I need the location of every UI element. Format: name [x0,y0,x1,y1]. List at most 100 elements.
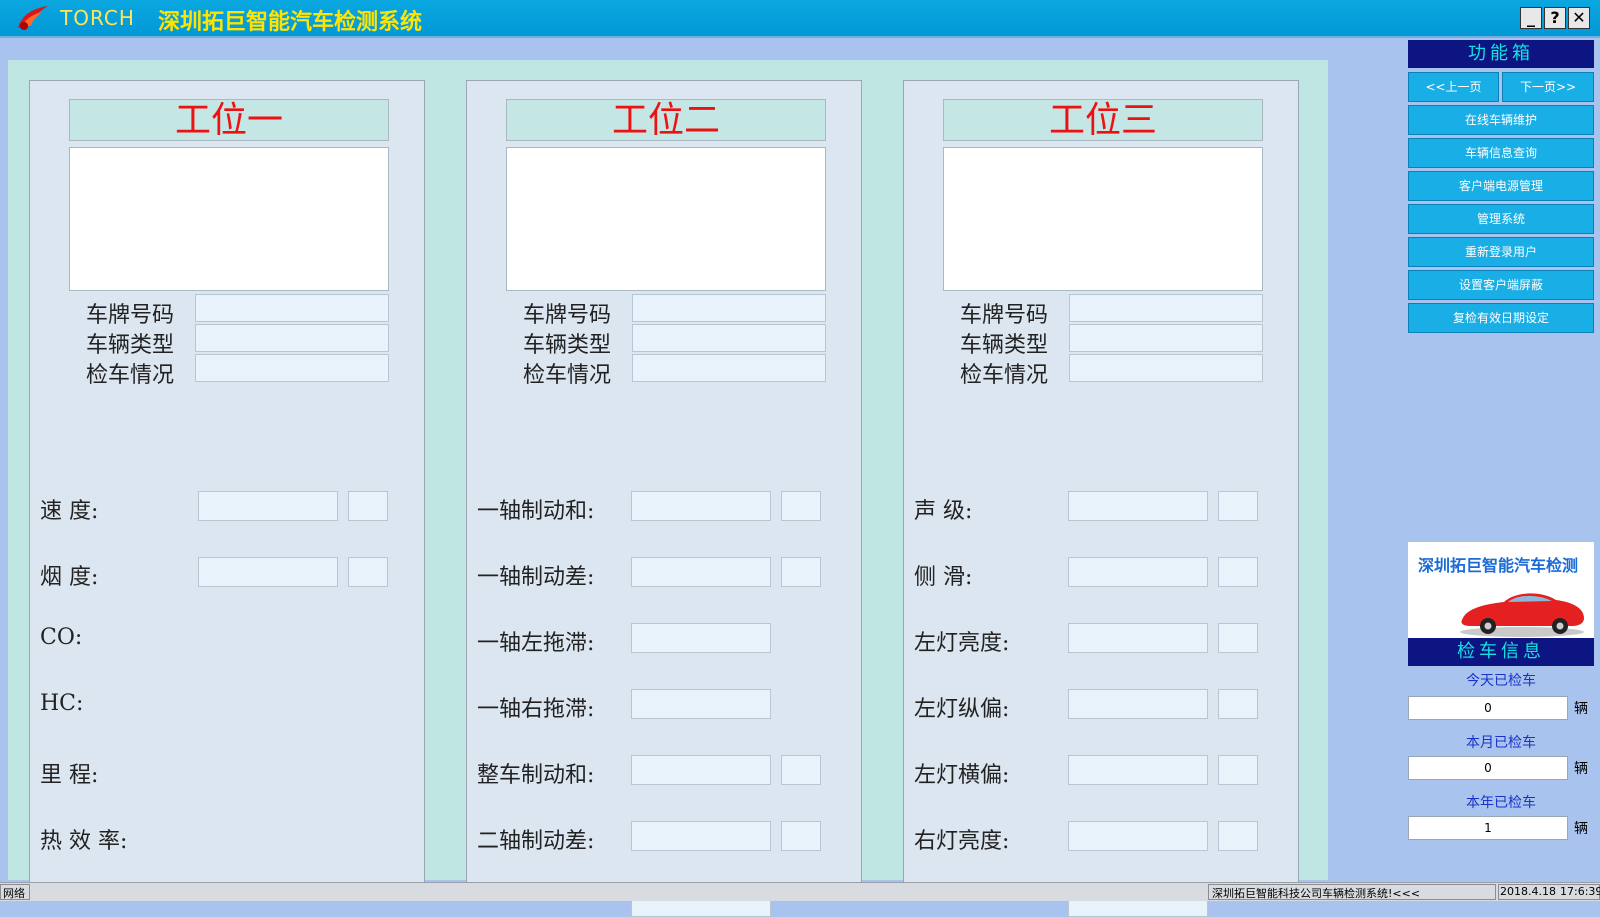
metric-value-field[interactable] [1068,821,1208,851]
status-time: 17:6:39 [1560,885,1600,898]
sidebar-button[interactable]: 复检有效日期设定 [1408,303,1594,333]
metric-result-field[interactable] [348,557,388,587]
prev-page-button[interactable]: <<上一页 [1408,72,1499,102]
metric-value-field[interactable] [631,491,771,521]
stat-year-unit: 辆 [1574,821,1588,837]
metric-label: 一轴制动和: [477,499,595,524]
metric-value-field[interactable] [631,623,771,653]
sidebar-button[interactable]: 管理系统 [1408,204,1594,234]
vehicle-photo [943,147,1263,291]
stat-month-unit: 辆 [1574,761,1588,777]
status-date: 2018.4.18 [1500,885,1556,898]
inspection-label: 检车情况 [522,363,611,388]
red-car-icon [1460,593,1584,637]
vehicle-type-label: 车辆类型 [85,333,174,358]
station-panel-2: 工位二 车牌号码 车辆类型 检车情况 一轴制动和: 一轴制动差: 一轴左拖滞: 一轴右… [466,80,862,917]
sidebar-button[interactable]: 客户端电源管理 [1408,171,1594,201]
metric-label: 左灯纵偏: [914,697,1010,722]
metric-result-field[interactable] [1218,821,1258,851]
inspection-info-header: 检车信息 [1408,638,1594,666]
metric-label: 声 级: [914,499,973,524]
metric-result-field[interactable] [781,557,821,587]
metric-value-field[interactable] [1068,689,1208,719]
station-title: 工位一 [69,99,389,141]
station-panel-3: 工位三 车牌号码 车辆类型 检车情况 声 级: 侧 滑: 左灯亮度: 左灯纵偏: 左灯横… [903,80,1299,917]
metric-label: 左灯横偏: [914,763,1010,788]
metric-value-field[interactable] [631,557,771,587]
metric-result-field[interactable] [348,491,388,521]
app-title: 深圳拓巨智能汽车检测系统 [158,10,423,35]
promo-text: 深圳拓巨智能汽车检测 [1418,556,1579,575]
metric-label: 右灯亮度: [914,829,1010,854]
metric-value-field[interactable] [631,689,771,719]
plate-label: 车牌号码 [85,303,174,328]
sidebar-button[interactable]: 在线车辆维护 [1408,105,1594,135]
vehicle-type-field[interactable] [195,324,389,352]
vehicle-photo [506,147,826,291]
sidebar-button[interactable]: 车辆信息查询 [1408,138,1594,168]
metric-result-field[interactable] [1218,623,1258,653]
inspection-field[interactable] [632,354,826,382]
toolbox-header: 功能箱 [1408,40,1594,68]
stat-today-value: 0 [1408,696,1568,720]
close-button[interactable]: ✕ [1568,7,1590,29]
metric-value-field[interactable] [1068,755,1208,785]
metric-value-field[interactable] [1068,557,1208,587]
metric-value-field[interactable] [1068,491,1208,521]
metric-result-field[interactable] [1218,491,1258,521]
metric-label: 左灯亮度: [914,631,1010,656]
sidebar-button[interactable]: 设置客户端屏蔽 [1408,270,1594,300]
inspection-field[interactable] [1069,354,1263,382]
plate-field[interactable] [195,294,389,322]
vehicle-photo [69,147,389,291]
function-sidebar: 功能箱 <<上一页 下一页>> 在线车辆维护 车辆信息查询 客户端电源管理 管理系统重… [1402,38,1600,900]
network-status: 网络 [3,887,25,900]
torch-logo-icon [18,6,48,30]
plate-label: 车牌号码 [959,303,1048,328]
metric-label: 整车制动和: [477,763,595,788]
next-page-button[interactable]: 下一页>> [1502,72,1594,102]
metric-label: 速 度: [40,499,99,524]
brand-name: TORCH [60,6,135,30]
metric-label: 一轴右拖滞: [477,697,595,722]
metric-label: 里 程: [40,763,99,788]
plate-field[interactable] [632,294,826,322]
promo-banner: 深圳拓巨智能汽车检测 [1408,542,1594,644]
sidebar-button[interactable]: 重新登录用户 [1408,237,1594,267]
metric-value-field[interactable] [631,821,771,851]
vehicle-type-field[interactable] [1069,324,1263,352]
stat-month-label: 本月已检车 [1466,735,1536,751]
metric-value-field[interactable] [198,557,338,587]
inspection-field[interactable] [195,354,389,382]
stat-month-value: 0 [1408,756,1568,780]
status-bar: 网络 深圳拓巨智能科技公司车辆检测系统!<<< 2018.4.18 17:6:3… [0,882,1600,901]
vehicle-type-field[interactable] [632,324,826,352]
metric-label: 一轴制动差: [477,565,595,590]
station-title: 工位三 [943,99,1263,141]
metric-result-field[interactable] [781,821,821,851]
metric-result-field[interactable] [1218,755,1258,785]
minimize-button[interactable]: _ [1520,7,1542,29]
stat-today-unit: 辆 [1574,701,1588,717]
metric-result-field[interactable] [1218,689,1258,719]
metric-value-field[interactable] [1068,623,1208,653]
help-button[interactable]: ? [1544,7,1566,29]
stat-year-value: 1 [1408,816,1568,840]
metric-label: 一轴左拖滞: [477,631,595,656]
plate-field[interactable] [1069,294,1263,322]
metric-label: 二轴制动差: [477,829,595,854]
metric-value-field[interactable] [198,491,338,521]
metric-result-field[interactable] [781,755,821,785]
metric-value-field[interactable] [631,755,771,785]
metric-result-field[interactable] [781,491,821,521]
vehicle-type-label: 车辆类型 [522,333,611,358]
metric-label: 热 效 率: [40,829,128,854]
metric-result-field[interactable] [1218,557,1258,587]
stat-today-label: 今天已检车 [1466,673,1536,689]
inspection-label: 检车情况 [85,363,174,388]
metric-label: 侧 滑: [914,565,973,590]
inspection-label: 检车情况 [959,363,1048,388]
plate-label: 车牌号码 [522,303,611,328]
station-title: 工位二 [506,99,826,141]
marquee-text: 深圳拓巨智能科技公司车辆检测系统!<<< [1212,887,1421,900]
